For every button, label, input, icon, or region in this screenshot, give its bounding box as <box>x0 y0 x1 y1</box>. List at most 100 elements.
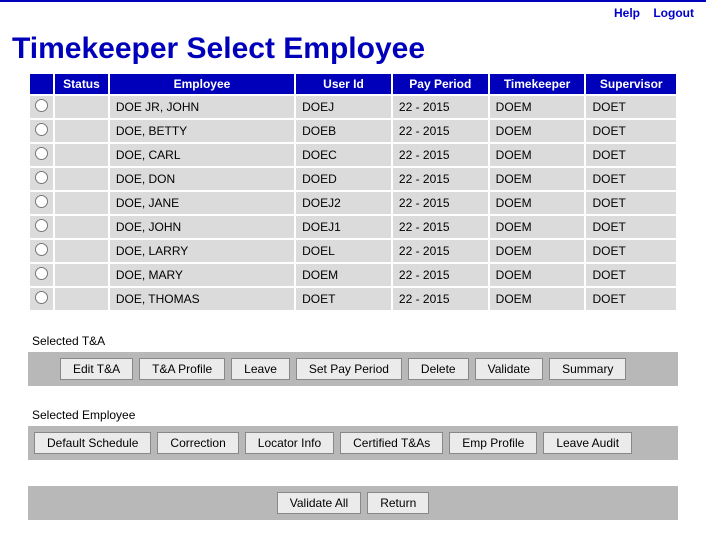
table-row: DOE, BETTYDOEB22 - 2015DOEMDOET <box>30 120 676 142</box>
default-schedule-button[interactable]: Default Schedule <box>34 432 151 454</box>
set-pay-period-button[interactable]: Set Pay Period <box>296 358 402 380</box>
cell-pay-period: 22 - 2015 <box>393 168 488 190</box>
row-select-radio[interactable] <box>35 291 48 304</box>
row-select-cell <box>30 120 53 142</box>
cell-supervisor: DOET <box>586 288 676 310</box>
cell-employee: DOE, THOMAS <box>110 288 294 310</box>
certified-tas-button[interactable]: Certified T&As <box>340 432 443 454</box>
cell-timekeeper: DOEM <box>490 240 585 262</box>
cell-user-id: DOEJ1 <box>296 216 391 238</box>
cell-status <box>55 192 108 214</box>
cell-pay-period: 22 - 2015 <box>393 192 488 214</box>
cell-employee: DOE, BETTY <box>110 120 294 142</box>
selected-employee-toolbar: Default Schedule Correction Locator Info… <box>28 426 678 460</box>
cell-timekeeper: DOEM <box>490 264 585 286</box>
cell-supervisor: DOET <box>586 144 676 166</box>
cell-supervisor: DOET <box>586 216 676 238</box>
col-pay-period: Pay Period <box>393 74 488 94</box>
top-nav: Help Logout <box>0 0 706 26</box>
row-select-radio[interactable] <box>35 123 48 136</box>
cell-user-id: DOEJ <box>296 96 391 118</box>
cell-pay-period: 22 - 2015 <box>393 216 488 238</box>
row-select-cell <box>30 144 53 166</box>
locator-info-button[interactable]: Locator Info <box>245 432 334 454</box>
cell-supervisor: DOET <box>586 120 676 142</box>
row-select-cell <box>30 96 53 118</box>
employee-table: Status Employee User Id Pay Period Timek… <box>28 72 678 312</box>
leave-audit-button[interactable]: Leave Audit <box>543 432 632 454</box>
validate-button[interactable]: Validate <box>475 358 543 380</box>
row-select-cell <box>30 288 53 310</box>
selected-employee-label: Selected Employee <box>32 408 678 422</box>
emp-profile-button[interactable]: Emp Profile <box>449 432 537 454</box>
col-timekeeper: Timekeeper <box>490 74 585 94</box>
selected-ta-toolbar: Edit T&A T&A Profile Leave Set Pay Perio… <box>28 352 678 386</box>
correction-button[interactable]: Correction <box>157 432 238 454</box>
row-select-radio[interactable] <box>35 147 48 160</box>
cell-timekeeper: DOEM <box>490 144 585 166</box>
col-employee: Employee <box>110 74 294 94</box>
row-select-radio[interactable] <box>35 243 48 256</box>
cell-status <box>55 216 108 238</box>
row-select-radio[interactable] <box>35 267 48 280</box>
ta-profile-button[interactable]: T&A Profile <box>139 358 225 380</box>
col-select <box>30 74 53 94</box>
cell-pay-period: 22 - 2015 <box>393 264 488 286</box>
cell-user-id: DOEB <box>296 120 391 142</box>
row-select-cell <box>30 264 53 286</box>
table-row: DOE, JOHNDOEJ122 - 2015DOEMDOET <box>30 216 676 238</box>
col-user-id: User Id <box>296 74 391 94</box>
table-row: DOE, CARLDOEC22 - 2015DOEMDOET <box>30 144 676 166</box>
cell-timekeeper: DOEM <box>490 192 585 214</box>
cell-timekeeper: DOEM <box>490 168 585 190</box>
cell-pay-period: 22 - 2015 <box>393 96 488 118</box>
cell-timekeeper: DOEM <box>490 96 585 118</box>
row-select-cell <box>30 168 53 190</box>
return-button[interactable]: Return <box>367 492 429 514</box>
row-select-radio[interactable] <box>35 99 48 112</box>
logout-link[interactable]: Logout <box>653 6 694 20</box>
table-row: DOE, MARYDOEM22 - 2015DOEMDOET <box>30 264 676 286</box>
edit-ta-button[interactable]: Edit T&A <box>60 358 133 380</box>
cell-supervisor: DOET <box>586 168 676 190</box>
cell-pay-period: 22 - 2015 <box>393 144 488 166</box>
cell-status <box>55 96 108 118</box>
cell-pay-period: 22 - 2015 <box>393 120 488 142</box>
table-row: DOE, THOMASDOET22 - 2015DOEMDOET <box>30 288 676 310</box>
row-select-cell <box>30 216 53 238</box>
row-select-radio[interactable] <box>35 171 48 184</box>
cell-employee: DOE, DON <box>110 168 294 190</box>
summary-button[interactable]: Summary <box>549 358 626 380</box>
cell-user-id: DOET <box>296 288 391 310</box>
cell-employee: DOE, LARRY <box>110 240 294 262</box>
cell-employee: DOE, CARL <box>110 144 294 166</box>
cell-timekeeper: DOEM <box>490 120 585 142</box>
cell-user-id: DOEM <box>296 264 391 286</box>
validate-all-button[interactable]: Validate All <box>277 492 361 514</box>
selected-ta-label: Selected T&A <box>32 334 678 348</box>
cell-status <box>55 168 108 190</box>
cell-supervisor: DOET <box>586 192 676 214</box>
cell-supervisor: DOET <box>586 264 676 286</box>
cell-status <box>55 264 108 286</box>
delete-button[interactable]: Delete <box>408 358 469 380</box>
row-select-radio[interactable] <box>35 219 48 232</box>
cell-timekeeper: DOEM <box>490 288 585 310</box>
cell-employee: DOE, JOHN <box>110 216 294 238</box>
row-select-radio[interactable] <box>35 195 48 208</box>
cell-pay-period: 22 - 2015 <box>393 240 488 262</box>
table-row: DOE, JANEDOEJ222 - 2015DOEMDOET <box>30 192 676 214</box>
cell-timekeeper: DOEM <box>490 216 585 238</box>
cell-supervisor: DOET <box>586 240 676 262</box>
cell-user-id: DOEC <box>296 144 391 166</box>
col-supervisor: Supervisor <box>586 74 676 94</box>
cell-status <box>55 240 108 262</box>
leave-button[interactable]: Leave <box>231 358 290 380</box>
table-row: DOE, LARRYDOEL22 - 2015DOEMDOET <box>30 240 676 262</box>
cell-user-id: DOED <box>296 168 391 190</box>
help-link[interactable]: Help <box>614 6 640 20</box>
cell-user-id: DOEJ2 <box>296 192 391 214</box>
cell-employee: DOE JR, JOHN <box>110 96 294 118</box>
row-select-cell <box>30 192 53 214</box>
cell-user-id: DOEL <box>296 240 391 262</box>
